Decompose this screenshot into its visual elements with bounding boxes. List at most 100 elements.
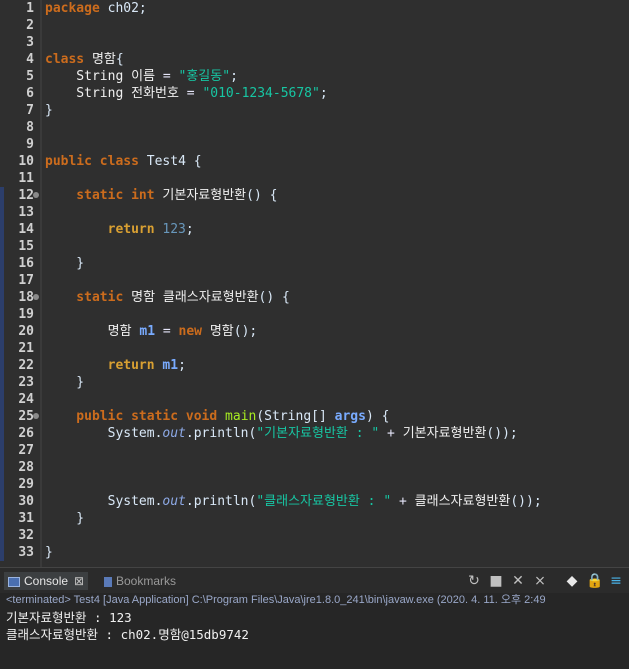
code-token: int <box>131 188 155 203</box>
code-editor[interactable]: 1 package ch02; 2 3 4 class 명함{5 String 이름 = … <box>0 0 629 567</box>
code-token: ch02; <box>99 1 147 16</box>
code-line[interactable]: 23 } <box>0 374 629 391</box>
code-line[interactable]: 19 <box>0 306 629 323</box>
code-token: ) { <box>365 409 390 424</box>
line-number: 3 <box>26 35 34 50</box>
code-token: ()); <box>486 426 518 441</box>
code-text: } <box>45 255 84 272</box>
tab-console[interactable]: Console ⊠ <box>4 572 89 590</box>
code-line[interactable]: 27 <box>0 442 629 459</box>
code-line[interactable]: 33} <box>0 544 629 561</box>
code-token: String <box>45 69 124 84</box>
code-line[interactable]: 20 명함 m1 = new 명함(); <box>0 323 629 340</box>
line-number: 1 <box>26 1 34 16</box>
code-line[interactable]: 2 <box>0 17 629 34</box>
code-line[interactable]: 6 String 전화번호 = "010-1234-5678"; <box>0 85 629 102</box>
line-number: 8 <box>26 120 34 135</box>
line-number: 5 <box>26 69 34 84</box>
line-number: 28 <box>18 460 34 475</box>
code-line[interactable]: 11 <box>0 170 629 187</box>
code-line[interactable]: 8 <box>0 119 629 136</box>
terminated-status: <terminated> Test4 [Java Application] C:… <box>6 594 546 606</box>
line-number: 6 <box>26 86 34 101</box>
code-line[interactable]: 32 <box>0 527 629 544</box>
code-token: } <box>45 256 85 271</box>
console-output-line: 기본자료형반환 : 123 <box>6 610 132 625</box>
line-number: 10 <box>18 154 34 169</box>
code-token: () { <box>258 290 290 305</box>
code-line[interactable]: 31 } <box>0 510 629 527</box>
code-line[interactable]: 26 System.out.println("기본자료형반환 : " + 기본자… <box>0 425 629 442</box>
code-text: String 전화번호 = "010-1234-5678"; <box>45 85 327 102</box>
code-line[interactable]: 9 <box>0 136 629 153</box>
console-tab-bar: Console ⊠ Bookmarks ↻ ■ ✕ ⨯ ◆ 🔒 ≡ <box>0 567 629 594</box>
code-token: 명함 <box>131 290 156 305</box>
bookmark-icon <box>104 576 112 587</box>
code-line[interactable]: 18 static 명함 클래스자료형반환() { <box>0 289 629 306</box>
code-line[interactable]: 30 System.out.println("클래스자료형반환 : " + 클래… <box>0 493 629 510</box>
code-token: } <box>45 545 53 560</box>
stop-icon[interactable]: ■ <box>488 573 504 589</box>
line-number: 4 <box>26 52 34 67</box>
line-number: 11 <box>18 171 34 186</box>
code-line[interactable]: 29 <box>0 476 629 493</box>
code-line[interactable]: 17 <box>0 272 629 289</box>
code-token: 클래스자료형반환 <box>162 290 259 305</box>
code-line[interactable]: 22 return m1; <box>0 357 629 374</box>
word-wrap-icon[interactable]: ≡ <box>608 573 624 589</box>
code-line[interactable]: 10 public class Test4 { <box>0 153 629 170</box>
code-token: 기본자료형반환 <box>162 188 247 203</box>
code-line[interactable]: 1 package ch02; <box>0 0 629 17</box>
close-icon[interactable]: ⊠ <box>74 574 84 588</box>
code-line[interactable]: 25 public static void main(String[] args… <box>0 408 629 425</box>
code-line[interactable]: 21 <box>0 340 629 357</box>
code-line[interactable]: 28 <box>0 459 629 476</box>
code-line[interactable]: 14 return 123; <box>0 221 629 238</box>
tab-bookmarks[interactable]: Bookmarks <box>104 572 176 590</box>
code-line[interactable]: 3 <box>0 34 629 51</box>
line-number: 25 <box>18 409 34 424</box>
console-output-panel[interactable]: <terminated> Test4 [Java Application] C:… <box>0 593 629 669</box>
code-line[interactable]: 13 <box>0 204 629 221</box>
code-text: System.out.println("클래스자료형반환 : " + 클래스자료… <box>45 493 542 510</box>
code-line[interactable]: 7} <box>0 102 629 119</box>
fold-toggle-icon[interactable] <box>33 294 39 300</box>
refresh-icon[interactable]: ↻ <box>466 573 482 589</box>
code-token: 전화번호 <box>131 86 179 101</box>
code-token: package <box>45 1 100 16</box>
code-line[interactable]: 12 static int 기본자료형반환() { <box>0 187 629 204</box>
code-line[interactable]: 4 class 명함{ <box>0 51 629 68</box>
code-line[interactable]: 5 String 이름 = "홍길동"; <box>0 68 629 85</box>
fold-toggle-icon[interactable] <box>33 192 39 198</box>
code-token: Test4 { <box>138 154 202 169</box>
code-line[interactable]: 24 <box>0 391 629 408</box>
scroll-lock-icon[interactable]: 🔒 <box>586 573 603 589</box>
code-token: void <box>185 409 218 424</box>
line-number: 16 <box>18 256 34 271</box>
code-token: + <box>391 494 415 509</box>
remove-launch-icon[interactable]: ✕ <box>510 573 526 589</box>
code-token: { <box>115 52 124 67</box>
code-token: 명함 <box>107 324 132 339</box>
code-text: static int 기본자료형반환() { <box>45 187 277 204</box>
code-token: (); <box>233 324 258 339</box>
line-number: 19 <box>18 307 34 322</box>
remove-all-icon[interactable]: ⨯ <box>532 573 548 589</box>
line-number: 27 <box>18 443 34 458</box>
code-line[interactable]: 16 } <box>0 255 629 272</box>
code-token: out <box>162 494 186 509</box>
code-token: 123 <box>162 222 186 237</box>
code-text: static 명함 클래스자료형반환() { <box>45 289 290 306</box>
fold-toggle-icon[interactable] <box>33 413 39 419</box>
line-number: 30 <box>18 494 34 509</box>
line-number: 20 <box>18 324 34 339</box>
code-line[interactable]: 15 <box>0 238 629 255</box>
clear-console-icon[interactable]: ◆ <box>564 573 580 589</box>
